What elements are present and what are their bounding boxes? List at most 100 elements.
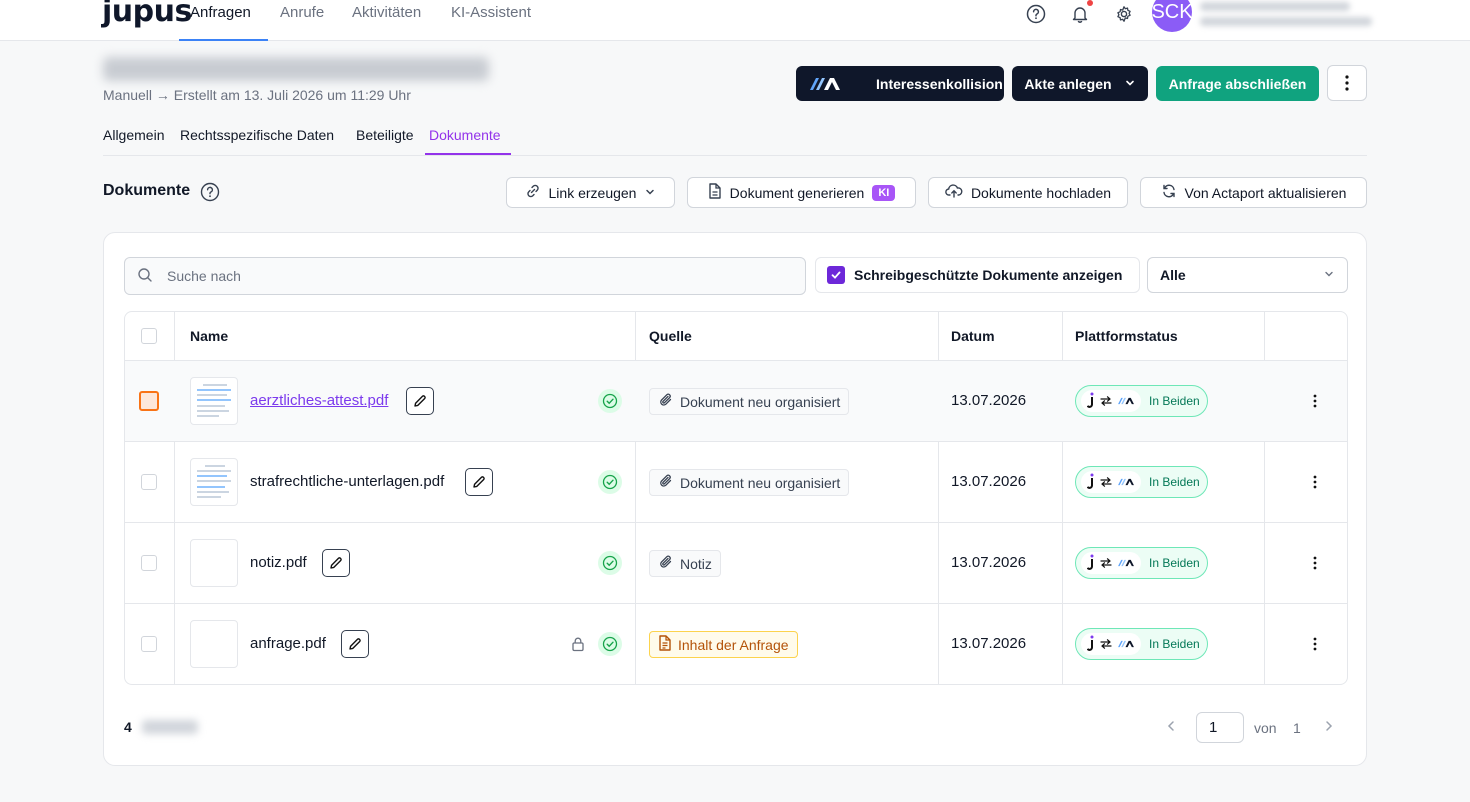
document-date: 13.07.2026 [951,635,1027,652]
upload-documents-button[interactable]: Dokumente hochladen [928,177,1128,208]
filter-value: Alle [1160,267,1186,283]
jupus-mark-icon [1086,473,1095,492]
tab-allgemein[interactable]: Allgemein [103,127,164,155]
row-checkbox[interactable] [141,474,157,490]
document-thumbnail[interactable] [190,458,238,506]
kebab-icon [1313,637,1317,651]
readonly-documents-toggle[interactable]: Schreibgeschützte Dokumente anzeigen [815,257,1140,293]
document-date: 13.07.2026 [951,392,1027,409]
tab-dokumente[interactable]: Dokumente [425,127,511,155]
sync-arrows-icon [1100,393,1112,409]
table-header: Name Quelle Datum Plattformstatus [125,312,1347,361]
column-platform-status[interactable]: Plattformstatus [1075,328,1178,344]
conflict-check-button[interactable]: Interessenkollision [796,66,1004,101]
filter-select[interactable]: Alle [1147,257,1348,293]
create-file-button[interactable]: Akte anlegen [1012,66,1148,101]
chevron-left-icon [1167,721,1174,731]
tab-rechtsspezifische-daten[interactable]: Rechtsspezifische Daten [180,127,334,155]
source-tag: Notiz [649,550,721,577]
column-name[interactable]: Name [190,328,228,344]
check-circle-icon [598,389,622,413]
lock-icon [570,636,586,655]
table-row[interactable]: aerztliches-attest.pdf Dokument neu orga… [125,361,1347,442]
page-subtitle: Manuell → Erstellt am 13. Juli 2026 um 1… [103,87,411,103]
row-actions-button[interactable] [1306,632,1324,656]
count-label-redacted [142,720,198,734]
platform-status-badge: In Beiden [1075,547,1208,579]
platform-status-label: In Beiden [1149,394,1200,408]
generate-document-button[interactable]: Dokument generieren KI [687,177,916,208]
table-row[interactable]: anfrage.pdf Inhalt der Anfrage 13.07.202… [125,604,1347,684]
platform-status-label: In Beiden [1149,637,1200,651]
actaport-logo-icon [1117,393,1135,409]
check-circle-icon [598,470,622,494]
chevron-down-icon [1124,76,1136,92]
help-icon[interactable] [200,182,220,205]
document-name-link[interactable]: aerztliches-attest.pdf [250,392,388,409]
document-thumbnail[interactable] [190,539,238,587]
document-thumbnail[interactable] [190,377,238,425]
rename-button[interactable] [465,468,493,496]
pencil-icon [473,476,485,488]
document-date: 13.07.2026 [951,554,1027,571]
detail-tabs: Allgemein Rechtsspezifische Daten Beteil… [103,120,1367,156]
user-avatar[interactable]: SCK [1151,0,1193,32]
tab-beteiligte[interactable]: Beteiligte [356,127,414,155]
select-all-checkbox[interactable] [141,328,157,344]
chevron-right-icon [1326,721,1333,731]
create-link-label: Link erzeugen [548,184,637,201]
actaport-logo-icon [1117,474,1135,490]
ki-badge: KI [872,184,896,201]
rename-button[interactable] [341,630,369,658]
row-checkbox[interactable] [141,636,157,652]
chevron-down-icon [644,185,656,201]
table-row[interactable]: strafrechtliche-unterlagen.pdf Dokument … [125,442,1347,523]
search-box [124,257,806,295]
user-info-redacted [1200,2,1372,30]
source-label: Notiz [680,555,712,572]
nav-tab-ki-assistent[interactable]: KI-Assistent [451,4,531,41]
search-input[interactable] [167,268,767,284]
table-row[interactable]: notiz.pdf Notiz 13.07.2026 In Beiden [125,523,1347,604]
source-tag: Inhalt der Anfrage [649,631,798,658]
column-source[interactable]: Quelle [649,328,692,344]
column-date[interactable]: Datum [951,328,995,344]
notification-dot [1087,0,1093,6]
help-icon[interactable] [1026,4,1046,24]
rename-button[interactable] [406,387,434,415]
refresh-actaport-button[interactable]: Von Actaport aktualisieren [1140,177,1367,208]
row-checkbox[interactable] [141,555,157,571]
document-thumbnail[interactable] [190,620,238,668]
row-actions-button[interactable] [1306,389,1324,413]
next-page-button[interactable] [1324,719,1334,737]
previous-page-button[interactable] [1166,719,1176,737]
row-checkbox[interactable] [139,391,159,411]
document-icon [658,635,672,654]
document-name[interactable]: anfrage.pdf [250,635,326,652]
platform-status-label: In Beiden [1149,556,1200,570]
platform-status-badge: In Beiden [1075,466,1208,498]
readonly-checkbox[interactable] [827,266,845,284]
nav-tab-anrufe[interactable]: Anrufe [280,4,324,41]
nav-tab-anfragen[interactable]: Anfragen [179,4,268,41]
create-link-button[interactable]: Link erzeugen [506,177,675,208]
gear-icon[interactable] [1114,4,1134,24]
documents-table: Name Quelle Datum Plattformstatus aerztl… [124,311,1348,685]
rename-button[interactable] [322,549,350,577]
kebab-icon [1313,556,1317,570]
nav-tab-aktivitaeten[interactable]: Aktivitäten [352,4,421,41]
row-actions-button[interactable] [1306,551,1324,575]
jupus-mark-icon [1086,392,1095,411]
more-options-button[interactable] [1327,65,1367,101]
platform-status-badge: In Beiden [1075,385,1208,417]
source-label: Dokument neu organisiert [680,474,841,491]
close-request-button[interactable]: Anfrage abschließen [1156,66,1319,101]
document-name[interactable]: strafrechtliche-unterlagen.pdf [250,473,444,490]
page-number-input[interactable]: 1 [1196,712,1244,743]
source-tag: Dokument neu organisiert [649,388,850,415]
bell-icon[interactable] [1070,4,1090,24]
row-actions-button[interactable] [1306,470,1324,494]
document-name[interactable]: notiz.pdf [250,554,307,571]
search-icon [137,267,153,286]
check-circle-icon [598,551,622,575]
